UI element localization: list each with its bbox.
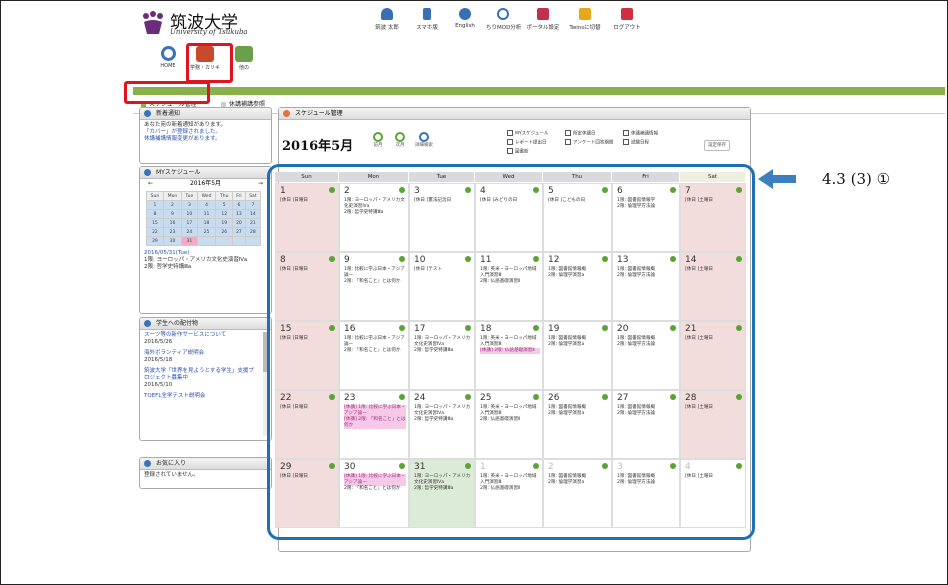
star-icon <box>144 460 151 467</box>
nav-logout[interactable]: ログアウト <box>610 8 644 31</box>
checkbox-icon <box>565 139 571 145</box>
notices-panel: 新着通知 あなた宛の新着通知があります。 「カバー」が登録されました。 休講補講… <box>139 107 272 164</box>
checkbox-icon <box>565 130 571 136</box>
globe-icon <box>459 8 471 20</box>
my-schedule-panel: MYスケジュール ← 2016年5月 → Sun Mon Tue Wed Thu Fri S… <box>139 166 272 314</box>
filter-exams[interactable]: 試験日程 <box>623 139 649 146</box>
selected-date[interactable]: 2016/05/31(Tue) <box>144 250 267 257</box>
nav-analysis[interactable]: ちりMOD分析 <box>486 8 521 31</box>
filter-library[interactable]: 図書館 <box>507 148 529 155</box>
favorites-empty: 登録されていません。 <box>144 472 199 478</box>
current-month: 2016年5月 <box>282 139 354 154</box>
filter-surveys[interactable]: アンケート回答期間 <box>565 139 613 146</box>
favorites-panel: お気に入り 登録されていません。 <box>139 457 272 489</box>
university-name-en: University of Tsukuba <box>170 28 248 36</box>
filter-checkboxes: MYスケジュール 所定休講日 休講補講情報 レポート提出日 アンケート回答期間 … <box>507 130 687 160</box>
nav-portal-settings[interactable]: ポータル設定 <box>526 8 560 31</box>
checkbox-icon <box>623 139 629 145</box>
prev-month-button[interactable]: 前月 <box>367 132 389 148</box>
next-circle-icon <box>395 132 405 142</box>
announcements-title: 学生への配付物 <box>156 320 199 327</box>
paulownia-crest-icon <box>143 11 163 34</box>
user-name: 筑波 太郎 <box>375 25 399 31</box>
folder-icon <box>235 46 253 62</box>
mini-calendar-month: 2016年5月 <box>189 180 222 187</box>
info-icon <box>144 320 151 327</box>
calendar-icon <box>144 169 151 176</box>
section-reference: 4.3 (3) ① <box>822 170 891 188</box>
search-button[interactable]: 詳細検索 <box>413 132 435 148</box>
announcement-link[interactable]: TOEFL全学テスト説明会 <box>144 393 256 400</box>
save-settings-button[interactable]: 設定保存 <box>704 140 730 151</box>
notice-link[interactable]: 「カバー」が登録されました。 <box>144 129 267 136</box>
search-icon <box>419 132 429 142</box>
checkbox-icon <box>507 148 513 154</box>
prev-month-arrow-icon[interactable]: ← <box>148 179 153 189</box>
announcements-panel: 学生への配付物 スーツ等の新作サービスについて 2016/5/26 海外ボランテ… <box>139 317 272 441</box>
bell-icon <box>144 110 151 117</box>
filter-reports[interactable]: レポート提出日 <box>507 139 547 146</box>
announcement-link[interactable]: 海外ボランティア説明会 <box>144 350 256 357</box>
checkbox-icon <box>507 139 513 145</box>
calendar-highlight-ring <box>267 164 755 540</box>
left-arrow-icon <box>758 169 773 189</box>
favorites-title: お気に入り <box>156 460 187 467</box>
green-divider <box>133 87 945 95</box>
next-month-button[interactable]: 次月 <box>389 132 411 148</box>
app-home[interactable]: HOME <box>152 46 184 69</box>
arrow-shaft <box>772 175 796 183</box>
highlight-schedule-tab <box>124 81 210 104</box>
filter-cancellations[interactable]: 休講補講情報 <box>623 130 658 137</box>
user-icon <box>381 8 393 20</box>
nav-mobile[interactable]: スマホ版 <box>410 8 444 31</box>
smartphone-icon <box>423 8 431 20</box>
highlight-academic <box>186 43 233 83</box>
nav-english[interactable]: English <box>448 8 482 29</box>
mini-calendar: Sun Mon Tue Wed Thu Fri Sat 1234567 8 9 10 11 12 13… <box>146 191 262 246</box>
my-schedule-title: MYスケジュール <box>156 169 201 176</box>
checkbox-icon <box>623 130 629 136</box>
schedule-icon <box>283 110 290 117</box>
notice-link[interactable]: 休講補講情報変更があります。 <box>144 136 267 143</box>
announcement-link[interactable]: スーツ等の新作サービスについて <box>144 332 256 339</box>
clock-icon <box>497 8 509 20</box>
filter-holidays[interactable]: 所定休講日 <box>565 130 596 137</box>
checkbox-icon <box>507 130 513 136</box>
user-menu[interactable]: 筑波 太郎 <box>370 8 404 31</box>
notices-title: 新着通知 <box>156 110 181 117</box>
schedule-title: スケジュール管理 <box>295 110 343 117</box>
home-icon <box>160 46 176 61</box>
settings-icon <box>537 8 549 20</box>
filter-my-schedule[interactable]: MYスケジュール <box>507 130 548 137</box>
next-month-arrow-icon[interactable]: → <box>258 179 263 189</box>
nav-twins[interactable]: Twinsに切替 <box>568 8 602 31</box>
announcement-link[interactable]: 筑波大学「世界を見ようとする学生」支援プロジェクト募集中 <box>144 368 256 382</box>
logout-icon <box>621 8 633 20</box>
twins-icon <box>579 8 591 20</box>
prev-circle-icon <box>373 132 383 142</box>
